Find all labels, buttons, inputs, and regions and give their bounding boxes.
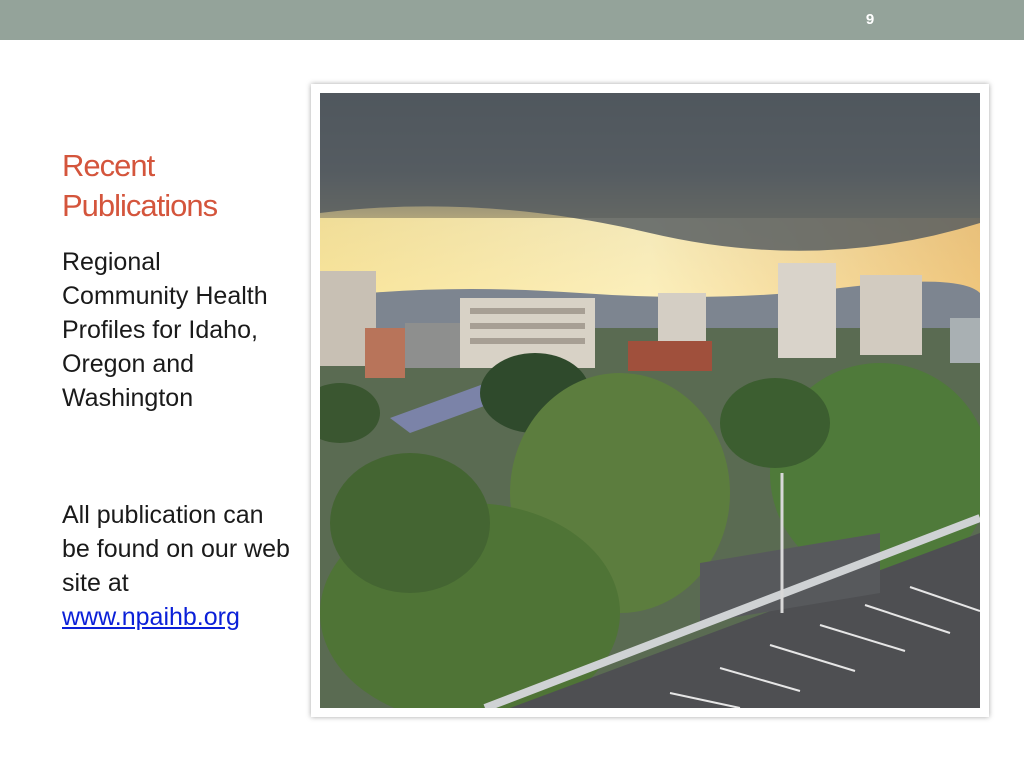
slide-title: Recent Publications xyxy=(62,148,218,223)
website-note: All publication can be found on our web … xyxy=(62,498,292,634)
slide-number: 9 xyxy=(865,11,875,28)
header-bar: 9 xyxy=(0,0,1024,40)
city-photo-frame xyxy=(311,84,989,717)
website-link[interactable]: www.npaihb.org xyxy=(62,603,240,631)
publications-description: Regional Community Health Profiles for I… xyxy=(62,248,268,412)
website-note-text: All publication can be found on our web … xyxy=(62,501,290,597)
city-skyline-illustration xyxy=(320,93,980,708)
city-skyline-photo xyxy=(320,93,980,708)
